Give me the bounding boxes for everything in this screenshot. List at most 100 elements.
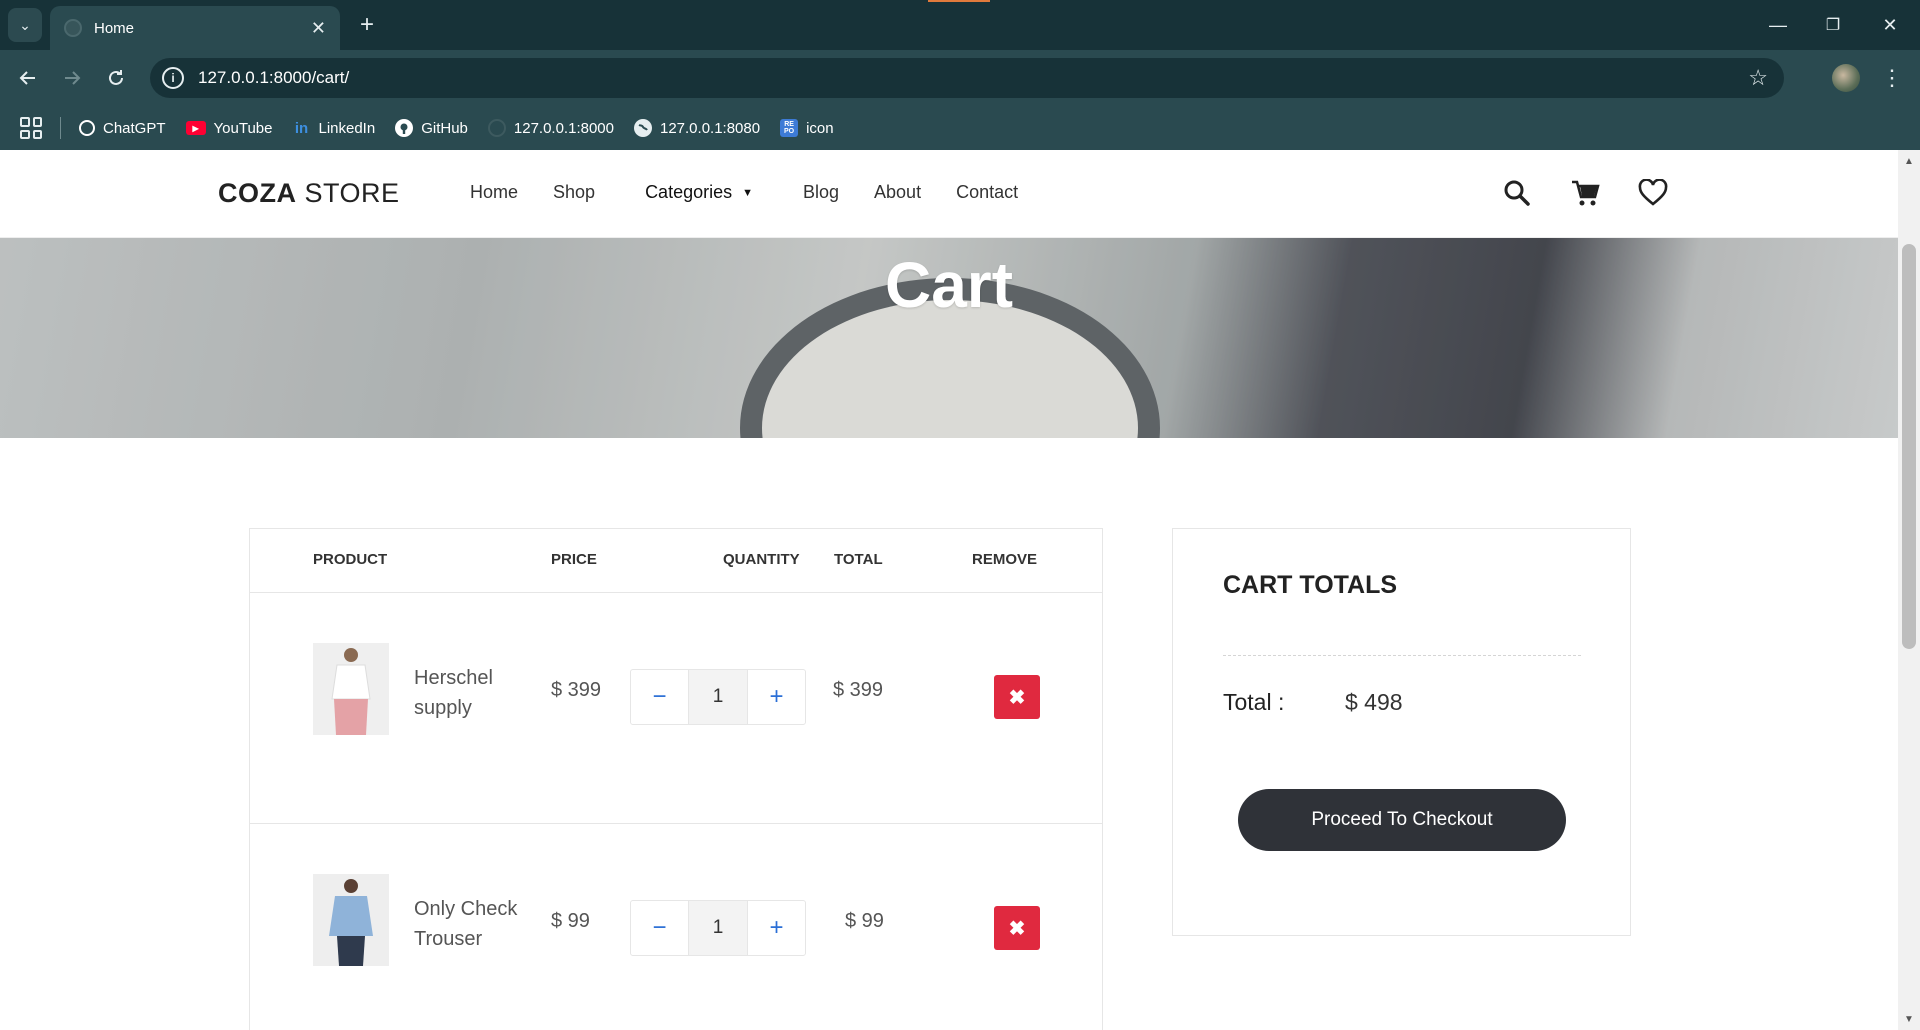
quantity-stepper: − + [630,900,806,956]
remove-item-button[interactable]: ✖ [994,675,1040,719]
forward-arrow-icon [65,71,81,85]
logo-bold-text: COZA [218,178,297,208]
bookmark-star-icon[interactable]: ☆ [1748,65,1768,91]
scroll-up-arrow-icon[interactable]: ▲ [1898,152,1920,170]
cart-totals-title: CART TOTALS [1223,571,1398,599]
reload-icon [109,70,123,85]
bookmark-label: 127.0.0.1:8080 [659,119,761,137]
reload-button[interactable] [100,62,132,94]
quantity-input[interactable] [689,901,747,955]
nav-categories-label: Categories [645,182,733,202]
totals-divider [1223,655,1581,656]
main-nav: Home Shop Categories ▼ Blog About Contac… [470,182,1053,203]
header-product: PRODUCT [313,551,388,568]
cart-totals-panel: CART TOTALS Total : $ 498 Proceed To Che… [1172,528,1631,936]
cart-table: PRODUCT PRICE QUANTITY TOTAL REMOVE Hers… [249,528,1103,1030]
product-price: $ 99 [551,910,590,932]
decrease-quantity-button[interactable]: − [631,901,689,955]
quantity-stepper: − + [630,669,806,725]
bookmark-localhost-8000[interactable]: 127.0.0.1:8000 [487,119,614,137]
forward-button[interactable] [56,62,88,94]
total-label: Total : [1223,689,1285,715]
tab-search-button[interactable]: ⌄ [8,8,42,42]
nav-contact[interactable]: Contact [956,182,1018,203]
bookmarks-bar: ChatGPT ▶ YouTube in LinkedIn GitHub 127… [0,106,1920,150]
bookmark-app-icon: RE PO [780,119,799,137]
site-header: COZA STORE Home Shop Categories ▼ Blog A… [0,150,1898,238]
profile-avatar[interactable] [1832,64,1860,92]
cart-icon[interactable] [1568,176,1602,210]
caret-down-icon: ▼ [742,186,753,199]
nav-about[interactable]: About [874,182,921,203]
decrease-quantity-button[interactable]: − [631,670,689,724]
bookmark-label: YouTube [213,119,273,137]
nav-categories[interactable]: Categories ▼ [645,182,753,203]
tab-title: Home [94,19,135,37]
header-remove: REMOVE [972,551,1038,568]
browser-tab-strip: ⌄ Home ✕ + — ❐ ✕ [0,0,1920,50]
globe-icon [487,119,506,137]
browser-tab-home[interactable]: Home ✕ [50,6,340,50]
site-info-icon[interactable]: i [162,67,184,89]
url-text[interactable]: 127.0.0.1:8000/cart/ [198,68,1748,88]
page-scrollbar[interactable]: ▲ ▼ [1898,150,1920,1030]
increase-quantity-button[interactable]: + [747,901,805,955]
total-value: $ 498 [1345,689,1403,715]
page-viewport: COZA STORE Home Shop Categories ▼ Blog A… [0,150,1898,1030]
scroll-down-arrow-icon[interactable]: ▼ [1898,1010,1920,1028]
close-tab-icon[interactable]: ✕ [311,18,326,39]
product-thumbnail[interactable] [313,874,389,966]
back-button[interactable] [12,62,44,94]
product-name[interactable]: Only Check Trouser [414,894,534,954]
logo-light-text: STORE [296,178,400,208]
page-title: Cart [884,249,1014,321]
quantity-input[interactable] [689,670,747,724]
address-bar[interactable]: i 127.0.0.1:8000/cart/ ☆ [150,58,1784,98]
product-name[interactable]: Herschel supply [414,663,534,723]
scrollbar-thumb[interactable] [1902,244,1916,649]
tab-favicon-icon [64,19,82,37]
increase-quantity-button[interactable]: + [747,670,805,724]
proceed-to-checkout-button[interactable]: Proceed To Checkout [1238,789,1566,851]
github-icon [395,119,414,137]
youtube-icon: ▶ [185,121,206,135]
table-row: Only Check Trouser $ 99 − + $ 99 ✖ [250,824,1102,1030]
browser-toolbar: i 127.0.0.1:8000/cart/ ☆ ⋮ [0,50,1920,106]
nav-blog[interactable]: Blog [803,182,839,203]
product-price: $ 399 [551,679,602,701]
apps-grid-icon[interactable] [20,117,42,139]
browser-menu-icon[interactable]: ⋮ [1880,62,1904,94]
bookmark-youtube[interactable]: ▶ YouTube [185,119,273,137]
bookmark-label: LinkedIn [318,119,376,137]
globe-icon [633,119,652,137]
bookmark-icon[interactable]: RE PO icon [780,119,834,137]
nav-home[interactable]: Home [470,182,518,203]
header-quantity: QUANTITY [723,551,800,568]
bookmark-linkedin[interactable]: in LinkedIn [292,119,375,137]
store-logo[interactable]: COZA STORE [218,178,400,209]
back-arrow-icon [19,71,35,85]
bookmarks-divider [60,117,61,139]
openai-icon [79,120,95,136]
bookmark-label: GitHub [421,119,468,137]
product-thumbnail[interactable] [313,643,389,735]
nav-shop[interactable]: Shop [553,182,595,203]
row-total: $ 99 [845,910,884,932]
cart-table-header: PRODUCT PRICE QUANTITY TOTAL REMOVE [250,529,1102,593]
bookmark-label: 127.0.0.1:8000 [513,119,614,137]
heart-icon[interactable] [1636,176,1670,210]
bookmark-label: ChatGPT [103,119,166,137]
bookmark-label: icon [806,119,834,137]
tab-strip-accent [928,0,990,2]
close-window-button[interactable]: ✕ [1870,8,1910,42]
new-tab-button[interactable]: + [352,10,382,40]
bookmark-chatgpt[interactable]: ChatGPT [79,120,166,137]
remove-item-button[interactable]: ✖ [994,906,1040,950]
bookmark-github[interactable]: GitHub [395,119,468,137]
restore-window-button[interactable]: ❐ [1813,8,1853,42]
header-total: TOTAL [834,551,883,568]
page-hero-banner: Cart [0,238,1898,438]
minimize-window-button[interactable]: — [1758,8,1798,42]
bookmark-localhost-8080[interactable]: 127.0.0.1:8080 [633,119,761,137]
search-icon[interactable] [1500,176,1534,210]
